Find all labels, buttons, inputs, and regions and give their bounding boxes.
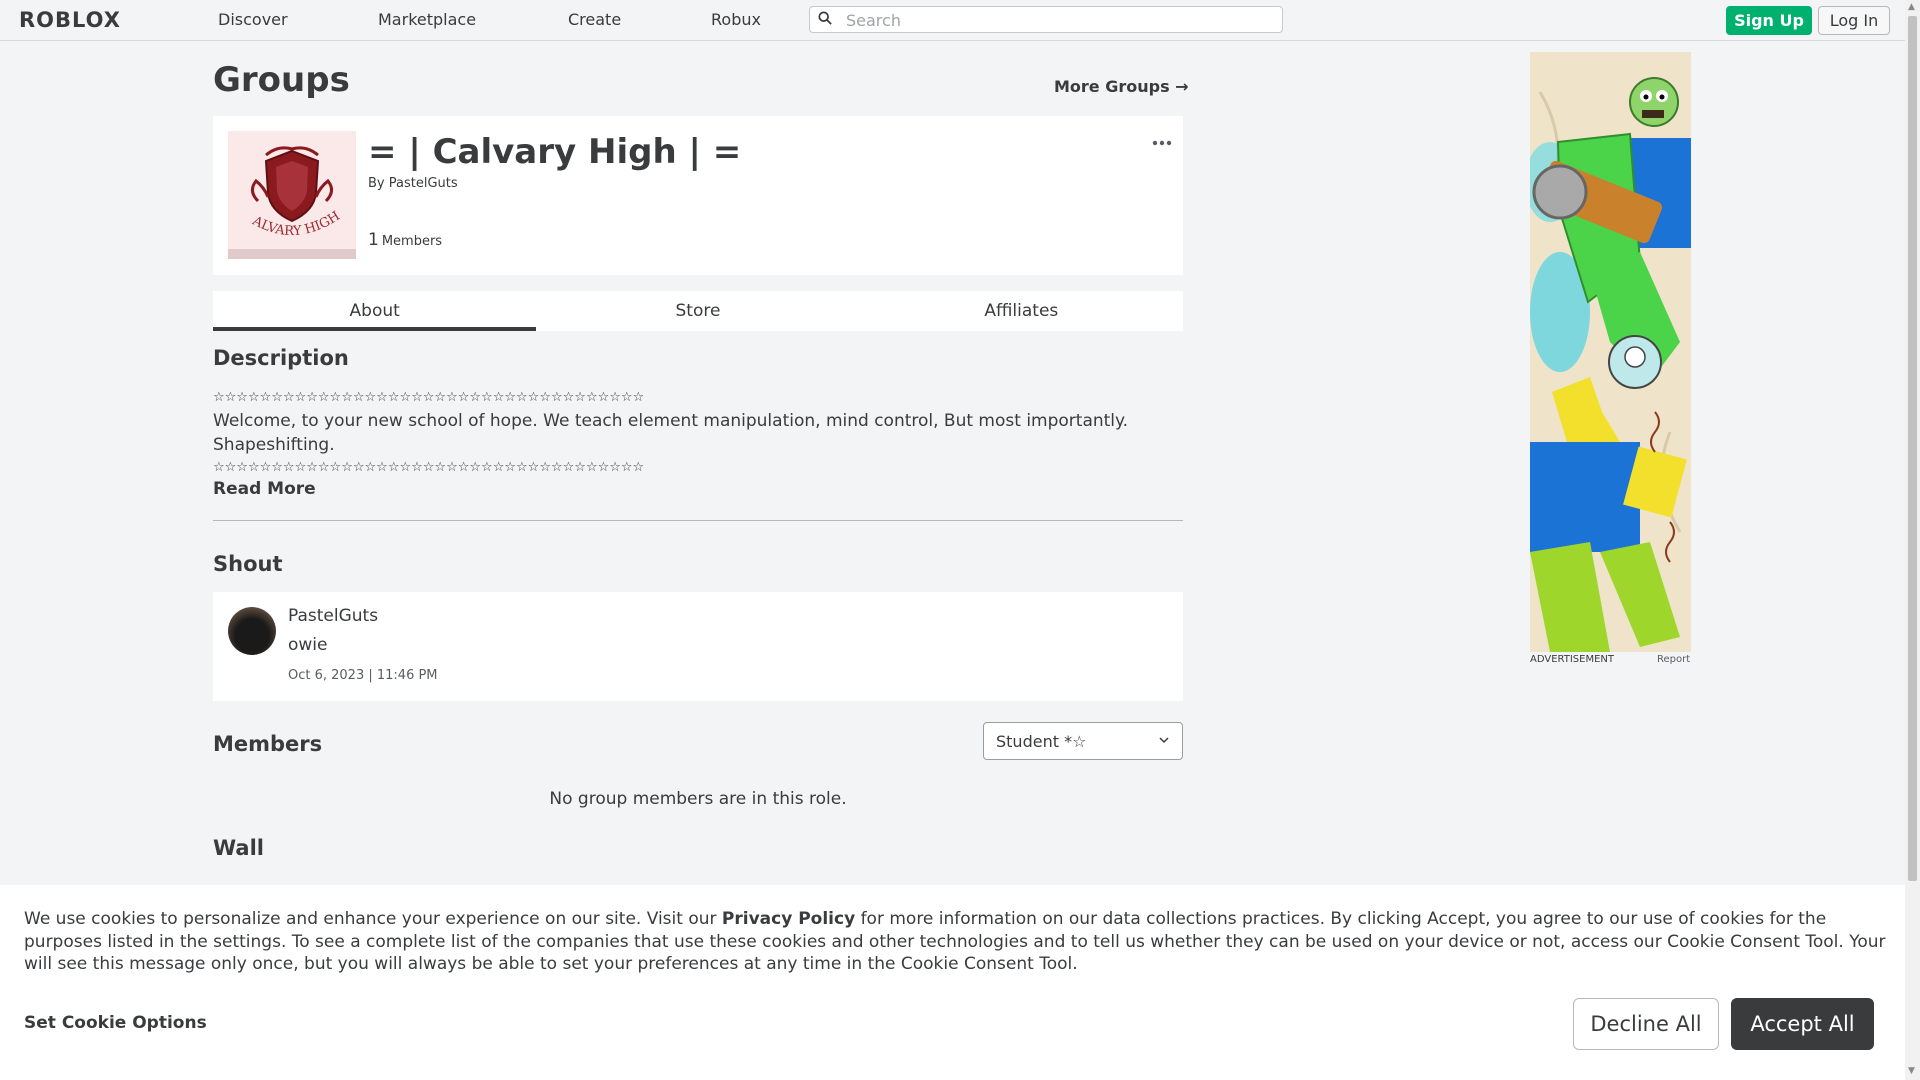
advertisement-image (1530, 52, 1691, 652)
group-tabs: About Store Affiliates (213, 291, 1183, 331)
avatar[interactable] (228, 607, 276, 655)
logo-text: ROBLOX (19, 8, 121, 32)
read-more-link[interactable]: Read More (213, 479, 316, 499)
description-text: ☆☆☆☆☆☆☆☆☆☆☆☆☆☆☆☆☆☆☆☆☆☆☆☆☆☆☆☆☆☆☆☆☆☆☆☆☆ We… (213, 387, 1183, 479)
scrollbar-thumb[interactable] (1908, 16, 1917, 881)
shout-username[interactable]: PastelGuts (288, 606, 378, 626)
group-options-menu[interactable] (1152, 131, 1172, 152)
top-navigation-bar: ROBLOX Discover Marketplace Create Robux… (0, 0, 1905, 41)
nav-marketplace[interactable]: Marketplace (378, 10, 476, 29)
shout-timestamp: Oct 6, 2023 | 11:46 PM (288, 668, 438, 683)
search-box (809, 6, 1283, 33)
chevron-down-icon (1159, 737, 1169, 744)
nav-robux[interactable]: Robux (711, 10, 761, 29)
no-members-message: No group members are in this role. (549, 789, 847, 809)
section-divider (213, 520, 1183, 521)
privacy-policy-link[interactable]: Privacy Policy (722, 909, 855, 929)
search-input[interactable] (844, 9, 1268, 32)
description-stars-top: ☆☆☆☆☆☆☆☆☆☆☆☆☆☆☆☆☆☆☆☆☆☆☆☆☆☆☆☆☆☆☆☆☆☆☆☆☆ (213, 390, 645, 405)
report-ad-link[interactable]: Report (1657, 654, 1690, 665)
role-selected-value: Student *☆ (996, 732, 1087, 751)
ellipsis-icon[interactable] (1152, 139, 1172, 147)
search-icon[interactable] (818, 11, 832, 25)
advertisement-banner[interactable] (1530, 52, 1691, 652)
shout-card: PastelGuts owie Oct 6, 2023 | 11:46 PM (213, 592, 1183, 701)
wall-heading: Wall (213, 836, 264, 860)
scroll-up-arrow-icon[interactable]: ▲ (1908, 2, 1915, 12)
shout-message: owie (288, 635, 328, 655)
cookie-text-before: We use cookies to personalize and enhanc… (24, 909, 722, 929)
nav-discover[interactable]: Discover (218, 10, 288, 29)
more-groups-link[interactable]: More Groups → (1054, 77, 1189, 96)
tab-about[interactable]: About (213, 291, 537, 331)
tab-affiliates[interactable]: Affiliates (860, 291, 1183, 331)
log-in-button[interactable]: Log In (1818, 6, 1890, 35)
member-count: 1 Members (368, 230, 442, 250)
by-label: By (368, 176, 385, 191)
cookie-consent-banner: We use cookies to personalize and enhanc… (0, 885, 1905, 1080)
member-count-value: 1 (368, 230, 379, 250)
tab-store[interactable]: Store (536, 291, 859, 331)
group-header-card: CALVARY HIGH = | Calvary High | = By Pas… (213, 116, 1183, 275)
group-emblem: CALVARY HIGH (228, 131, 356, 259)
page-scrollbar[interactable]: ▲ ▼ (1905, 0, 1920, 1080)
scroll-down-arrow-icon[interactable]: ▼ (1908, 1066, 1915, 1076)
description-heading: Description (213, 346, 349, 370)
roblox-logo[interactable]: ROBLOX (19, 8, 121, 32)
page-title: Groups (213, 60, 350, 100)
description-body: Welcome, to your new school of hope. We … (213, 411, 1129, 455)
group-owner-line: By PastelGuts (368, 176, 458, 191)
role-dropdown[interactable]: Student *☆ (983, 722, 1183, 760)
nav-create[interactable]: Create (568, 10, 621, 29)
set-cookie-options-link[interactable]: Set Cookie Options (24, 1013, 207, 1033)
advertisement-label: ADVERTISEMENT (1530, 654, 1615, 665)
decline-all-button[interactable]: Decline All (1573, 998, 1719, 1050)
group-owner-link[interactable]: PastelGuts (389, 176, 458, 191)
group-name: = | Calvary High | = (368, 132, 742, 172)
group-emblem-image: CALVARY HIGH (228, 131, 356, 259)
shout-heading: Shout (213, 552, 283, 576)
cookie-message: We use cookies to personalize and enhanc… (24, 908, 1886, 976)
description-stars-bottom: ☆☆☆☆☆☆☆☆☆☆☆☆☆☆☆☆☆☆☆☆☆☆☆☆☆☆☆☆☆☆☆☆☆☆☆☆☆ (213, 460, 645, 475)
sign-up-button[interactable]: Sign Up (1726, 6, 1812, 35)
accept-all-button[interactable]: Accept All (1731, 998, 1874, 1050)
members-heading: Members (213, 732, 323, 756)
member-count-label: Members (381, 234, 443, 249)
